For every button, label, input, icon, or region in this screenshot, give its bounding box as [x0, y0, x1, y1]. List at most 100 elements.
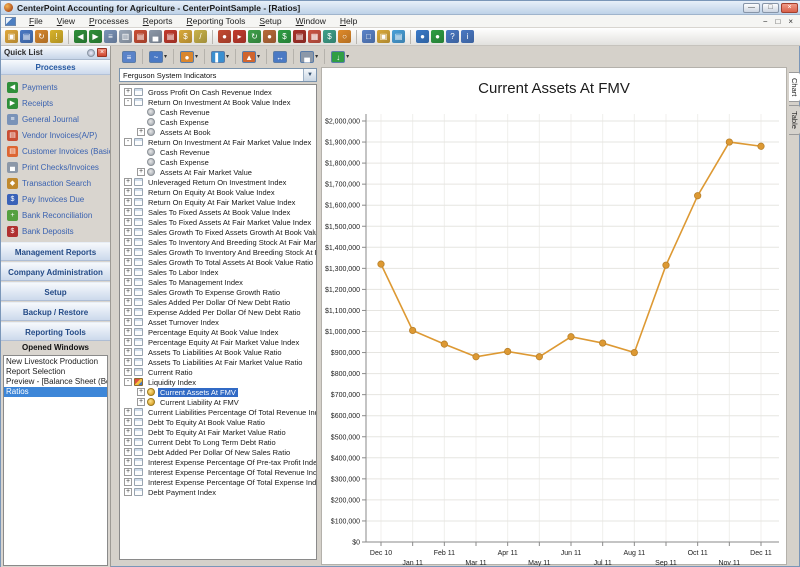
- sidebar-section-backup-restore[interactable]: Backup / Restore: [1, 302, 110, 321]
- tree-item-unleveraged-return-on-investment-index[interactable]: +Unleveraged Return On Investment Index: [122, 177, 316, 187]
- tree-item-current-debt-to-long-term-debt-ratio[interactable]: +Current Debt To Long Term Debt Ratio: [122, 437, 316, 447]
- tree-item-return-on-equity-at-fair-market-value-index[interactable]: +Return On Equity At Fair Market Value I…: [122, 197, 316, 207]
- about-info-icon[interactable]: i: [461, 30, 474, 43]
- tab-chart[interactable]: Chart: [789, 72, 800, 102]
- expand-icon[interactable]: +: [124, 208, 132, 216]
- expand-icon[interactable]: +: [124, 488, 132, 496]
- tree-item-current-liabilities-percentage-of-total-revenue-inde[interactable]: +Current Liabilities Percentage Of Total…: [122, 407, 316, 417]
- tree-item-assets-to-liabilities-at-fair-market-value-ratio[interactable]: +Assets To Liabilities At Fair Market Va…: [122, 357, 316, 367]
- expand-icon[interactable]: +: [124, 258, 132, 266]
- sidebar-item-transaction-search[interactable]: ◆Transaction Search: [7, 175, 110, 191]
- expand-icon[interactable]: +: [124, 298, 132, 306]
- tree-item-expense-added-per-dollar-of-new-debt-ratio[interactable]: +Expense Added Per Dollar Of New Debt Ra…: [122, 307, 316, 317]
- menu-processes[interactable]: Processes: [82, 15, 136, 27]
- menu-view[interactable]: View: [50, 15, 82, 27]
- tree-item-cash-revenue[interactable]: Cash Revenue: [122, 107, 316, 117]
- tree-item-percentage-equity-at-fair-market-value-index[interactable]: +Percentage Equity At Fair Market Value …: [122, 337, 316, 347]
- window-new-icon[interactable]: □: [362, 30, 375, 43]
- backup-icon[interactable]: ▤: [20, 30, 33, 43]
- close-button[interactable]: ×: [781, 3, 798, 13]
- area-chart-button[interactable]: ▲▾: [239, 48, 263, 65]
- sidebar-section-setup[interactable]: Setup: [1, 282, 110, 301]
- web-globe-icon[interactable]: ●: [416, 30, 429, 43]
- menu-setup[interactable]: Setup: [252, 15, 288, 27]
- pin-icon[interactable]: [87, 49, 95, 57]
- tree-item-assets-to-liabilities-at-book-value-ratio[interactable]: +Assets To Liabilities At Book Value Rat…: [122, 347, 316, 357]
- minimize-button[interactable]: —: [743, 3, 760, 13]
- expand-icon[interactable]: +: [124, 198, 132, 206]
- collapse-icon[interactable]: -: [124, 378, 132, 386]
- expand-icon[interactable]: +: [137, 128, 145, 136]
- collapse-icon[interactable]: -: [124, 138, 132, 146]
- tree-item-current-liability-at-fmv[interactable]: +Current Liability At FMV: [122, 397, 316, 407]
- tree-item-debt-payment-index[interactable]: +Debt Payment Index: [122, 487, 316, 497]
- tree-item-cash-expense[interactable]: Cash Expense: [122, 117, 316, 127]
- sidebar-section-company-administration[interactable]: Company Administration: [1, 262, 110, 281]
- tree-item-current-ratio[interactable]: +Current Ratio: [122, 367, 316, 377]
- collapse-icon[interactable]: -: [124, 98, 132, 106]
- expand-icon[interactable]: +: [124, 268, 132, 276]
- fit-to-window-button[interactable]: ↔: [270, 48, 290, 65]
- menu-window[interactable]: Window: [289, 15, 333, 27]
- sidebar-item-payments[interactable]: ◀Payments: [7, 79, 110, 95]
- expand-icon[interactable]: +: [124, 328, 132, 336]
- tree-item-return-on-investment-at-book-value-index[interactable]: -Return On Investment At Book Value Inde…: [122, 97, 316, 107]
- sidebar-item-vendor-invoices-a-p[interactable]: ▤Vendor Invoices(A/P): [7, 127, 110, 143]
- sidebar-item-receipts[interactable]: ▶Receipts: [7, 95, 110, 111]
- print-chart-button[interactable]: ▄▾: [297, 48, 321, 65]
- customer-invoice-icon[interactable]: ▤: [164, 30, 177, 43]
- pie-chart-button[interactable]: ●▾: [177, 48, 201, 65]
- calendar-icon[interactable]: ▦: [308, 30, 321, 43]
- expand-icon[interactable]: +: [124, 348, 132, 356]
- tree-item-interest-expense-percentage-of-total-expense-index[interactable]: +Interest Expense Percentage Of Total Ex…: [122, 477, 316, 487]
- sidebar-section-reporting-tools[interactable]: Reporting Tools: [1, 322, 110, 341]
- restore-data-icon[interactable]: ↻: [35, 30, 48, 43]
- tree-item-sales-to-fixed-assets-at-book-value-index[interactable]: +Sales To Fixed Assets At Book Value Ind…: [122, 207, 316, 217]
- opened-window-ratios[interactable]: Ratios: [4, 387, 107, 397]
- quick-entry-icon[interactable]: !: [50, 30, 63, 43]
- expand-icon[interactable]: +: [124, 178, 132, 186]
- tree-item-asset-turnover-index[interactable]: +Asset Turnover Index: [122, 317, 316, 327]
- tree-item-interest-expense-percentage-of-total-revenue-inde[interactable]: +Interest Expense Percentage Of Total Re…: [122, 467, 316, 477]
- print-checks-icon[interactable]: ▄: [149, 30, 162, 43]
- tree-item-sales-to-fixed-assets-at-fair-market-value-index[interactable]: +Sales To Fixed Assets At Fair Market Va…: [122, 217, 316, 227]
- expand-icon[interactable]: +: [124, 458, 132, 466]
- vendors-icon[interactable]: ▸: [233, 30, 246, 43]
- expand-icon[interactable]: +: [124, 438, 132, 446]
- expand-icon[interactable]: +: [124, 478, 132, 486]
- tree-item-sales-growth-to-fixed-assets-growth-at-book-value[interactable]: +Sales Growth To Fixed Assets Growth At …: [122, 227, 316, 237]
- tree-item-assets-at-book[interactable]: +Assets At Book: [122, 127, 316, 137]
- tree-item-cash-revenue[interactable]: Cash Revenue: [122, 147, 316, 157]
- expand-icon[interactable]: +: [124, 278, 132, 286]
- customers-icon[interactable]: ●: [218, 30, 231, 43]
- expand-icon[interactable]: +: [124, 188, 132, 196]
- tree-item-assets-at-fair-market-value[interactable]: +Assets At Fair Market Value: [122, 167, 316, 177]
- expand-icon[interactable]: +: [124, 368, 132, 376]
- tree-item-sales-to-inventory-and-breeding-stock-at-fair-marke[interactable]: +Sales To Inventory And Breeding Stock A…: [122, 237, 316, 247]
- tree-item-current-assets-at-fmv[interactable]: +Current Assets At FMV: [122, 387, 316, 397]
- tree-item-cash-expense[interactable]: Cash Expense: [122, 157, 316, 167]
- window-list-icon[interactable]: ▤: [392, 30, 405, 43]
- chevron-down-icon[interactable]: ▼: [303, 69, 316, 81]
- expand-icon[interactable]: +: [124, 88, 132, 96]
- vendor-invoice-icon[interactable]: ▤: [134, 30, 147, 43]
- sidebar-section-management-reports[interactable]: Management Reports: [1, 242, 110, 261]
- edit-pencil-icon[interactable]: /: [194, 30, 207, 43]
- tree-item-gross-profit-on-cash-revenue-index[interactable]: +Gross Profit On Cash Revenue Index: [122, 87, 316, 97]
- tree-item-sales-growth-to-total-assets-at-book-value-ratio[interactable]: +Sales Growth To Total Assets At Book Va…: [122, 257, 316, 267]
- expand-icon[interactable]: +: [124, 308, 132, 316]
- bar-chart-button[interactable]: ▌▾: [208, 48, 232, 65]
- mdi-restore-button[interactable]: □: [771, 17, 784, 26]
- open-folder-icon[interactable]: ▣: [5, 30, 18, 43]
- tree-item-return-on-equity-at-book-value-index[interactable]: +Return On Equity At Book Value Index: [122, 187, 316, 197]
- employees-icon[interactable]: ●: [263, 30, 276, 43]
- tree-item-debt-to-equity-at-fair-market-value-ratio[interactable]: +Debt To Equity At Fair Market Value Rat…: [122, 427, 316, 437]
- window-cascade-icon[interactable]: ▣: [377, 30, 390, 43]
- indicator-set-combobox[interactable]: Ferguson System Indicators ▼: [119, 68, 317, 82]
- expand-icon[interactable]: +: [124, 408, 132, 416]
- tree-item-sales-to-management-index[interactable]: +Sales To Management Index: [122, 277, 316, 287]
- payments-icon[interactable]: ◀: [74, 30, 87, 43]
- tab-table[interactable]: Table: [789, 105, 800, 135]
- tree-item-interest-expense-percentage-of-pre-tax-profit-index[interactable]: +Interest Expense Percentage Of Pre-tax …: [122, 457, 316, 467]
- help-icon[interactable]: ?: [446, 30, 459, 43]
